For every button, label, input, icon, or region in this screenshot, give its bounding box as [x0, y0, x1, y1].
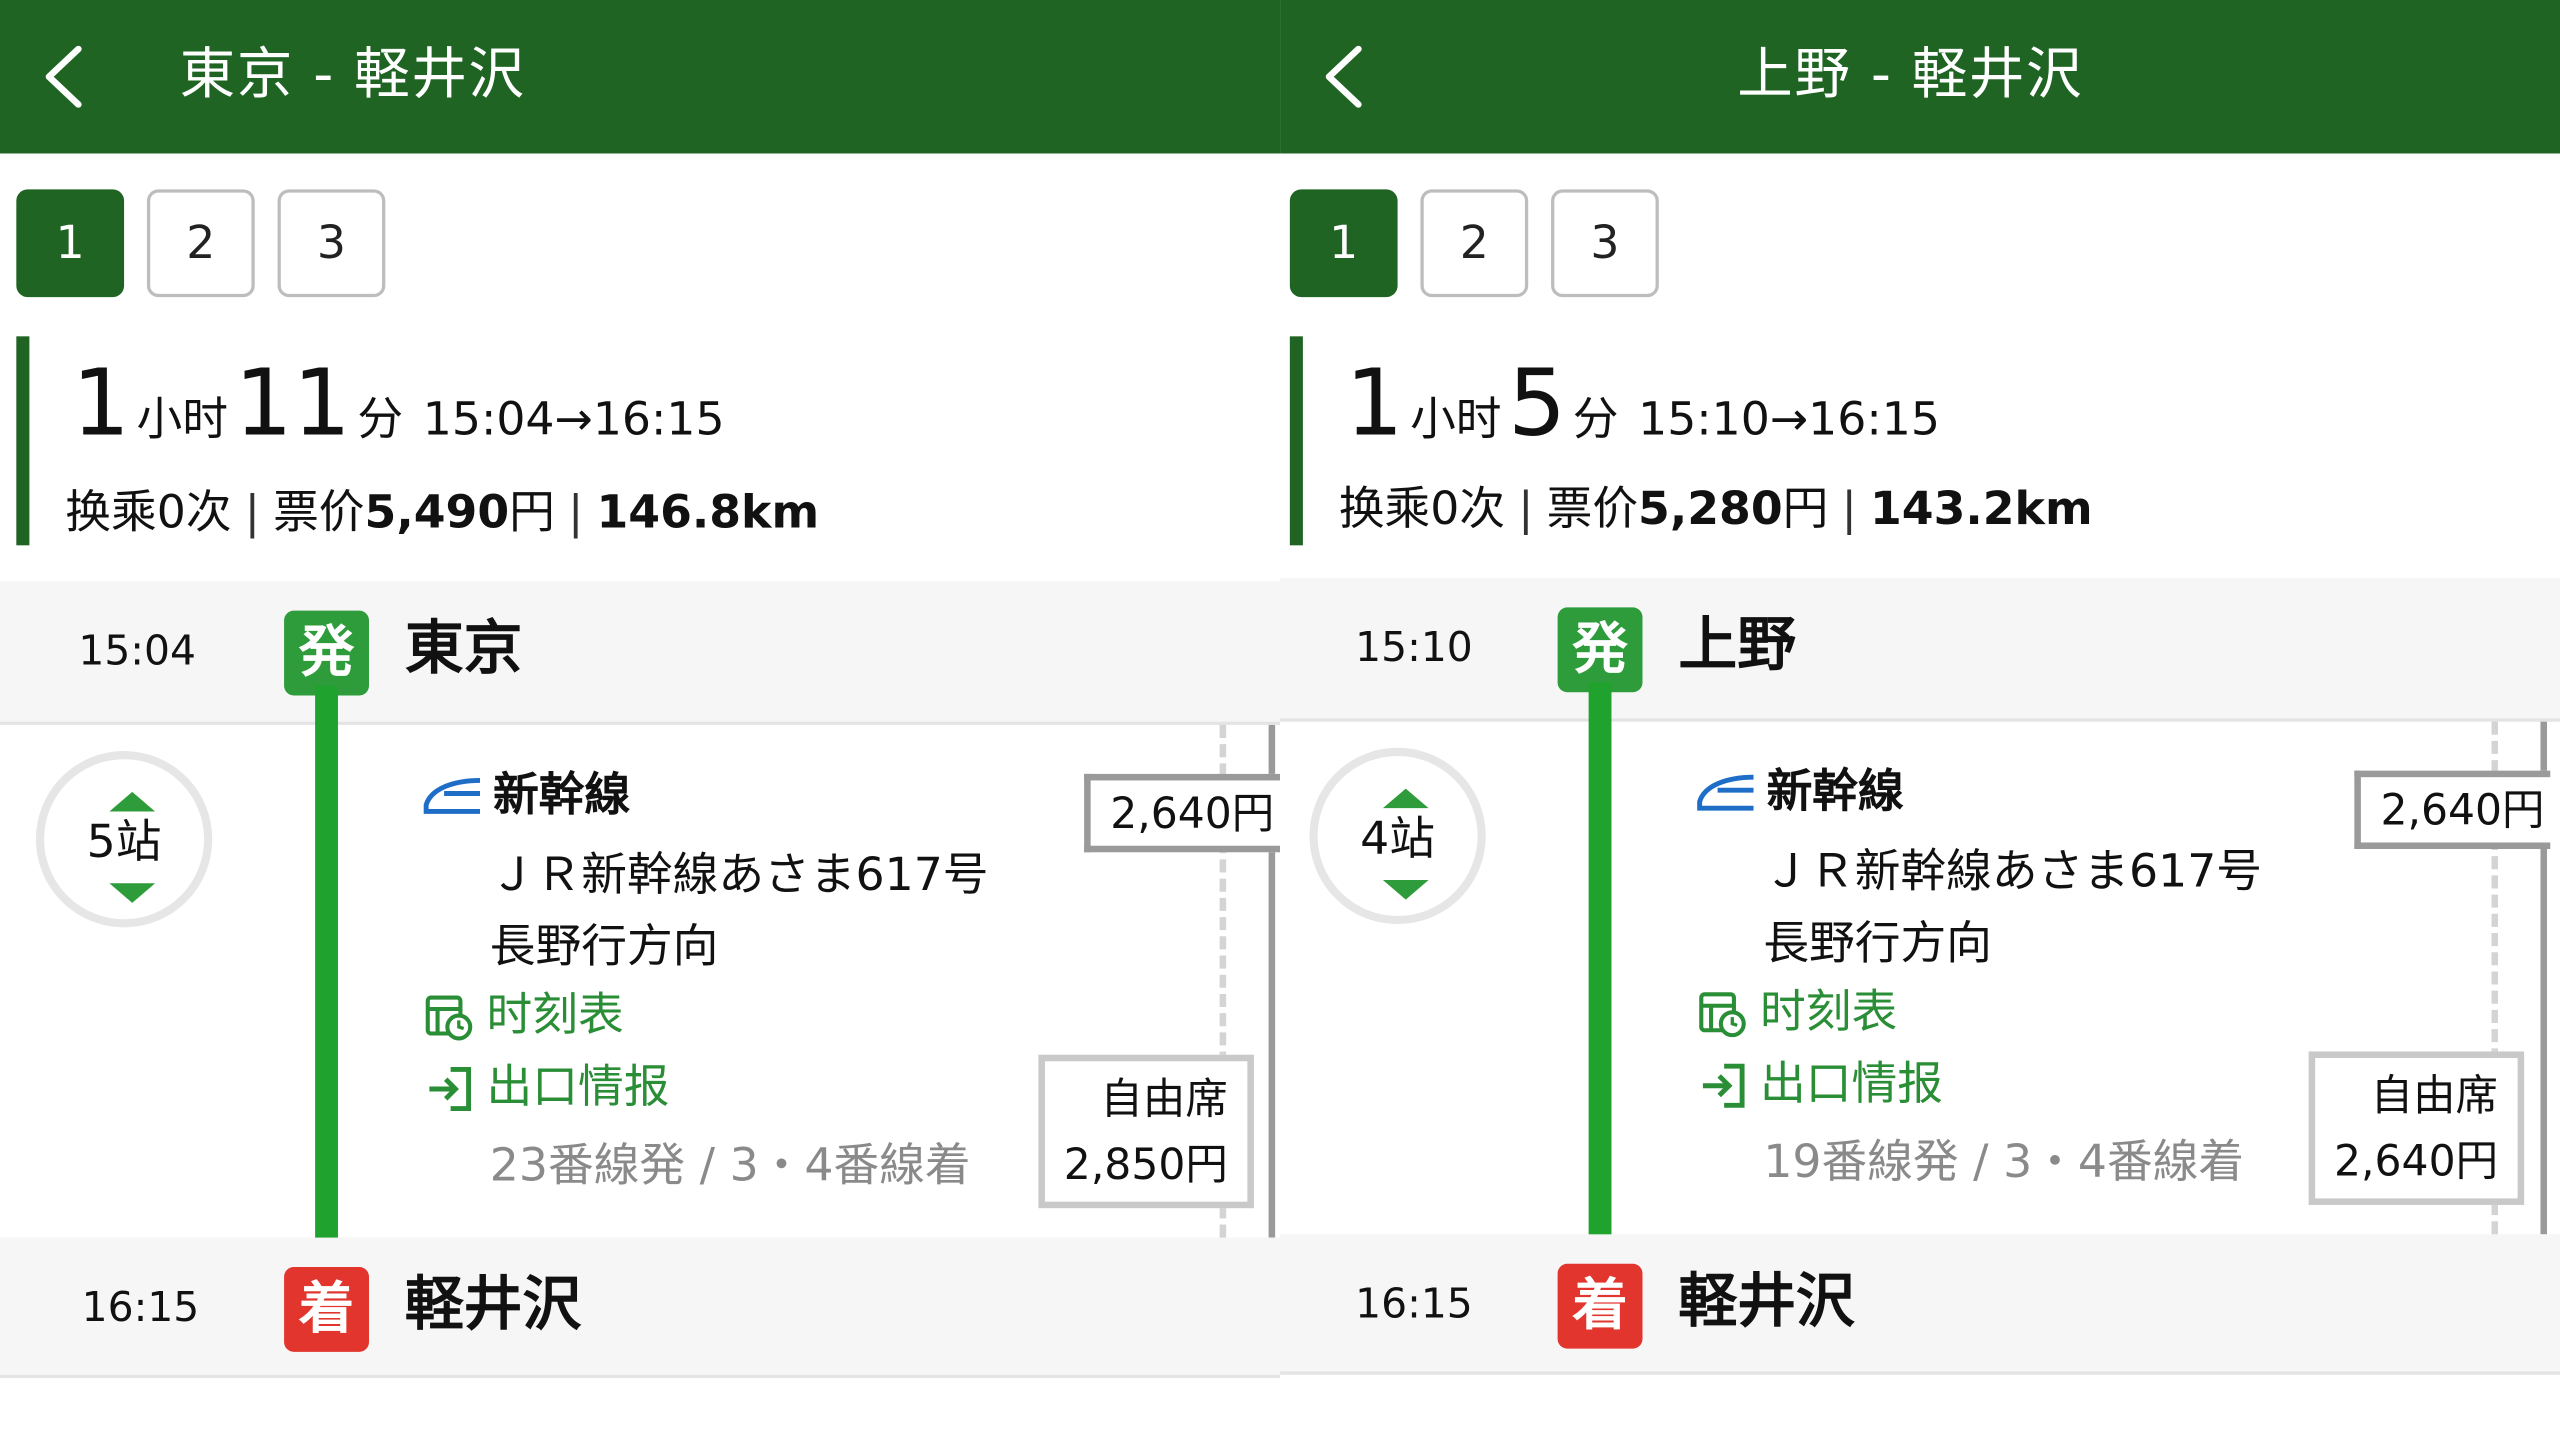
exit-info-link[interactable]: 出口情报	[425, 1055, 670, 1120]
time-range: 15:04→16:15	[422, 391, 725, 446]
stops-count: 4站	[1360, 811, 1435, 866]
exit-info-label: 出口情报	[1760, 1056, 1943, 1111]
train-direction: 長野行方向	[1763, 915, 1992, 970]
route-tab-3[interactable]: 3	[1551, 189, 1659, 298]
stops-toggle[interactable]: 5站	[35, 751, 213, 928]
seat-type: 自由席	[2370, 1072, 2499, 1122]
arrival-badge: 着	[284, 1266, 369, 1352]
page-title: 東京 - 軽井沢	[179, 42, 526, 108]
departure-station: 東京	[404, 615, 523, 683]
line-name-label: 新幹線	[493, 767, 631, 822]
exit-icon	[429, 1066, 472, 1112]
fare-value: 5,280	[1638, 481, 1783, 536]
exit-info-label: 出口情报	[486, 1059, 670, 1114]
duration-summary: 1 小时 11 分 15:04→16:15	[71, 351, 725, 458]
platform-info: 23番線発 / 3・4番線着	[489, 1137, 971, 1192]
time-range: 15:10→16:15	[1638, 391, 1940, 446]
minutes-unit: 分	[1572, 391, 1619, 446]
summary-accent-bar	[16, 336, 30, 546]
summary-accent-bar	[1289, 336, 1303, 546]
shinkansen-icon	[1697, 774, 1754, 811]
hours-unit: 小时	[1410, 391, 1502, 446]
route-tab-2[interactable]: 2	[1420, 189, 1529, 298]
fare-label: 票价	[1546, 481, 1639, 536]
stops-up-arrow-icon	[109, 791, 156, 812]
arrival-row[interactable]: 16:15 着 軽井沢	[1280, 1234, 2560, 1375]
fare-box: 2,640円	[2354, 770, 2551, 850]
duration-minutes: 11	[234, 351, 351, 458]
exit-icon	[1702, 1063, 1745, 1108]
timetable-icon	[1699, 992, 1746, 1038]
arrival-station: 軽井沢	[1678, 1268, 1855, 1336]
distance: 146.8km	[596, 484, 820, 539]
shinkansen-icon	[423, 777, 481, 814]
seat-fare-box[interactable]: 自由席 2,850円	[1038, 1054, 1254, 1209]
timetable-link[interactable]: 时刻表	[425, 983, 624, 1048]
trip-stats: 换乘0次 | 票价5,280円 | 143.2km	[1338, 481, 2093, 536]
arrival-time: 16:15	[81, 1283, 200, 1331]
duration-minutes: 5	[1508, 351, 1567, 458]
timetable-icon	[425, 995, 473, 1041]
train-name: ＪＲ新幹線あさま617号	[1763, 844, 2263, 898]
line-name: 新幹線	[1695, 761, 1904, 823]
timetable-label: 时刻表	[486, 987, 624, 1042]
route-line	[1588, 682, 1612, 1271]
stops-up-arrow-icon	[1382, 788, 1429, 809]
fare-value: 5,490	[364, 484, 510, 539]
departure-row[interactable]: 15:04 発 東京	[0, 581, 1281, 725]
seat-price: 2,850円	[1063, 1141, 1228, 1191]
departure-row[interactable]: 15:10 発 上野	[1280, 577, 2560, 722]
duration-hours: 1	[71, 351, 131, 458]
line-name: 新幹線	[421, 764, 630, 826]
screenshot-stage: 東京 - 軽井沢 1 2 3 1 小时 11 分 15:04→16:15 换乘0次 | 票价…	[0, 0, 2560, 1447]
route-tab-1[interactable]: 1	[1289, 189, 1398, 298]
stops-toggle[interactable]: 4站	[1309, 747, 1486, 925]
hours-unit: 小时	[136, 391, 229, 446]
route-tab-2[interactable]: 2	[146, 189, 255, 298]
header-bar: 上野 - 軽井沢	[1280, 0, 2560, 154]
duration-summary: 1 小时 5 分 15:10→16:15	[1345, 351, 1940, 458]
line-name-label: 新幹線	[1766, 764, 1904, 818]
route-tab-1[interactable]: 1	[16, 189, 125, 298]
duration-hours: 1	[1345, 351, 1404, 458]
departure-badge: 発	[284, 610, 369, 696]
departure-time: 15:04	[78, 626, 197, 675]
stops-down-arrow-icon	[109, 883, 156, 903]
route-tab-3[interactable]: 3	[277, 189, 386, 298]
arrival-time: 16:15	[1355, 1280, 1473, 1328]
departure-time: 15:10	[1355, 623, 1473, 672]
seat-type: 自由席	[1100, 1075, 1228, 1125]
route-panel-ueno: 上野 - 軽井沢 1 2 3 1 小时 5 分 15:10→16:15 换乘0次 | 票价5…	[1280, 0, 2560, 1447]
platform-info: 19番線発 / 3・4番線着	[1763, 1134, 2245, 1189]
train-name: ＪＲ新幹線あさま617号	[489, 847, 989, 902]
fare-unit: 円	[509, 484, 555, 539]
departure-badge: 発	[1557, 607, 1643, 693]
arrival-row[interactable]: 16:15 着 軽井沢	[0, 1237, 1281, 1378]
trip-stats: 换乘0次 | 票价5,490円 | 146.8km	[65, 484, 820, 539]
arrival-badge: 着	[1557, 1263, 1643, 1349]
stops-count: 5站	[86, 814, 162, 869]
transfers: 换乘0次	[65, 484, 232, 539]
departure-station: 上野	[1678, 612, 1796, 680]
arrival-station: 軽井沢	[404, 1271, 582, 1339]
distance: 143.2km	[1869, 481, 2093, 536]
seat-fare-box[interactable]: 自由席 2,640円	[2308, 1051, 2525, 1205]
timetable-label: 时刻表	[1760, 984, 1898, 1039]
page-title: 上野 - 軽井沢	[1737, 42, 2084, 108]
exit-info-link[interactable]: 出口情报	[1698, 1051, 1943, 1116]
fare-unit: 円	[1782, 481, 1829, 536]
minutes-unit: 分	[357, 391, 404, 446]
timetable-link[interactable]: 时刻表	[1698, 980, 1897, 1045]
fare-label: 票价	[273, 484, 365, 539]
stops-down-arrow-icon	[1382, 880, 1429, 900]
train-direction: 長野行方向	[489, 919, 719, 974]
route-line	[315, 685, 338, 1274]
header-bar: 東京 - 軽井沢	[0, 0, 1281, 154]
route-panel-tokyo: 東京 - 軽井沢 1 2 3 1 小时 11 分 15:04→16:15 换乘0次 | 票价…	[0, 0, 1281, 1447]
fare-box: 2,640円	[1084, 773, 1281, 853]
seat-price: 2,640円	[2334, 1137, 2499, 1187]
transfers: 换乘0次	[1338, 481, 1506, 536]
